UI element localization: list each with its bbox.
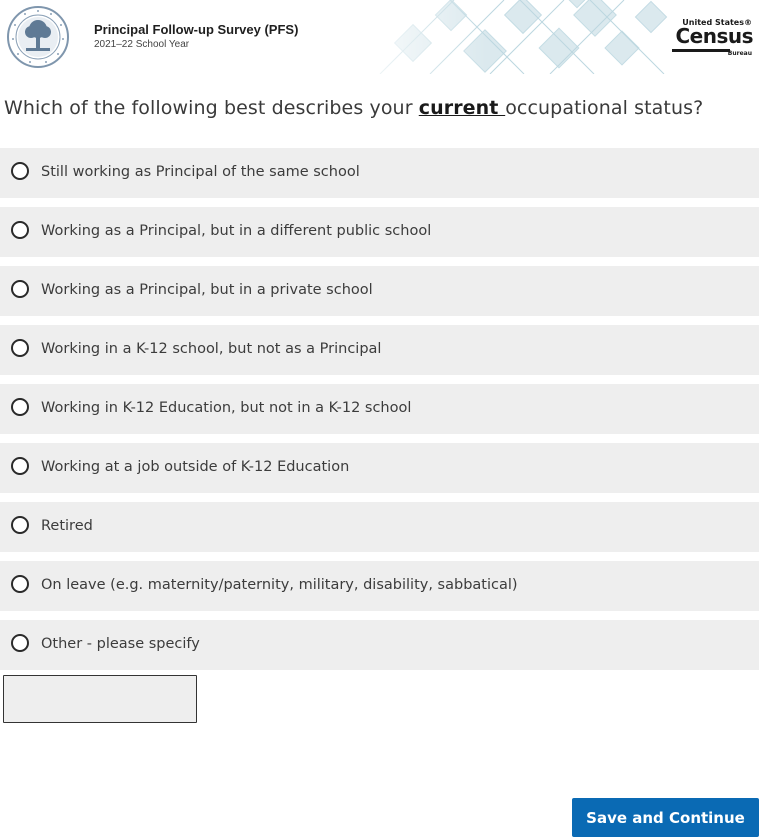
- radio-button[interactable]: [11, 398, 29, 416]
- radio-button[interactable]: [11, 280, 29, 298]
- option-label: Retired: [41, 518, 93, 534]
- option-label: Working in K-12 Education, but not in a …: [41, 400, 412, 416]
- question-prefix: Which of the following best describes yo…: [4, 97, 419, 119]
- option-k12-education-not-school[interactable]: Working in K-12 Education, but not in a …: [0, 384, 759, 434]
- logo-bureau: Bureau: [727, 50, 752, 57]
- save-and-continue-button[interactable]: Save and Continue: [572, 798, 759, 837]
- survey-year: 2021–22 School Year: [94, 39, 190, 50]
- option-k12-school-not-principal[interactable]: Working in a K-12 school, but not as a P…: [0, 325, 759, 375]
- option-label: Working as a Principal, but in a private…: [41, 282, 373, 298]
- radio-button[interactable]: [11, 162, 29, 180]
- option-retired[interactable]: Retired: [0, 502, 759, 552]
- survey-header: Principal Follow-up Survey (PFS) 2021–22…: [0, 0, 759, 74]
- radio-button[interactable]: [11, 575, 29, 593]
- option-principal-private-school[interactable]: Working as a Principal, but in a private…: [0, 266, 759, 316]
- census-bureau-logo-icon: United States® Census Bureau: [668, 14, 756, 64]
- option-label: Working as a Principal, but in a differe…: [41, 223, 432, 239]
- option-label: Other - please specify: [41, 636, 200, 652]
- question-text: Which of the following best describes yo…: [4, 97, 703, 119]
- option-other-specify[interactable]: Other - please specify: [0, 620, 759, 670]
- option-on-leave[interactable]: On leave (e.g. maternity/paternity, mili…: [0, 561, 759, 611]
- radio-button[interactable]: [11, 516, 29, 534]
- option-job-outside-k12[interactable]: Working at a job outside of K-12 Educati…: [0, 443, 759, 493]
- option-label: Working in a K-12 school, but not as a P…: [41, 341, 382, 357]
- option-still-principal-same-school[interactable]: Still working as Principal of the same s…: [0, 148, 759, 198]
- question-emphasis: current: [418, 97, 506, 119]
- radio-button[interactable]: [11, 339, 29, 357]
- question-suffix: occupational status?: [505, 97, 704, 119]
- radio-button[interactable]: [11, 457, 29, 475]
- radio-button[interactable]: [11, 221, 29, 239]
- survey-title: Principal Follow-up Survey (PFS): [94, 22, 299, 37]
- other-specify-input[interactable]: [3, 675, 197, 723]
- option-label: Working at a job outside of K-12 Educati…: [41, 459, 350, 475]
- department-of-education-seal-icon: [6, 5, 70, 69]
- logo-census: Census: [675, 24, 753, 48]
- option-label: On leave (e.g. maternity/paternity, mili…: [41, 577, 518, 593]
- option-principal-different-public-school[interactable]: Working as a Principal, but in a differe…: [0, 207, 759, 257]
- radio-button[interactable]: [11, 634, 29, 652]
- logo-bar: [672, 49, 730, 52]
- option-label: Still working as Principal of the same s…: [41, 164, 360, 180]
